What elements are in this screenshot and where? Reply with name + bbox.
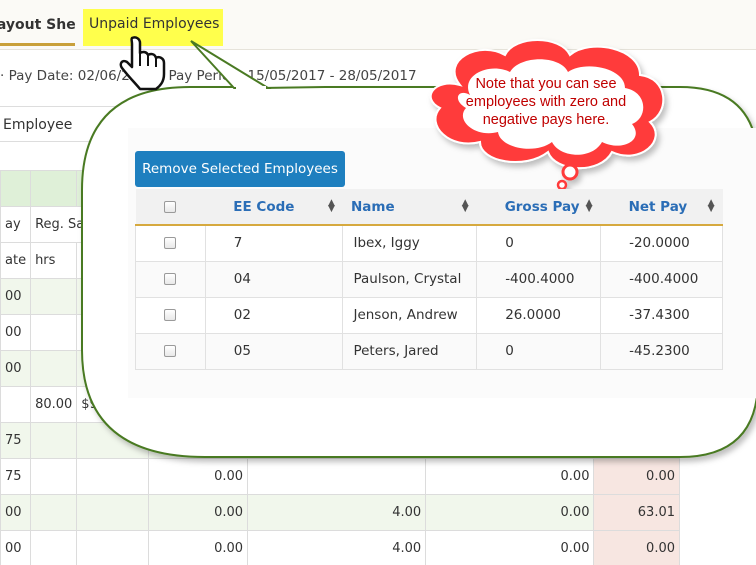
row-checkbox[interactable] bbox=[135, 224, 206, 262]
net-pay-cell: -37.4300 bbox=[600, 296, 723, 334]
name-cell: Ibex, Iggy bbox=[342, 224, 478, 262]
ee-code-cell: 05 bbox=[204, 332, 344, 370]
column-header-gross-pay[interactable]: Gross Pay ▲ ▼ bbox=[476, 189, 601, 226]
table-row[interactable]: 05 Peters, Jared 0 -45.2300 bbox=[135, 332, 723, 370]
sort-arrows-icon[interactable]: ▲ ▼ bbox=[708, 199, 715, 214]
sort-arrows-icon[interactable]: ▲ ▼ bbox=[586, 199, 593, 214]
column-header-name[interactable]: Name ▲ ▼ bbox=[342, 189, 477, 226]
speech-bubble-tail bbox=[190, 40, 272, 89]
unpaid-employees-table: EE Code ▲ ▼ Name ▲ ▼ Gross Pay ▲ ▼ Net Pay ▲ ▼ 7… bbox=[135, 189, 723, 370]
column-header-ee-code[interactable]: EE Code ▲ ▼ bbox=[205, 189, 343, 226]
gross-pay-cell: -400.4000 bbox=[476, 260, 602, 298]
ee-code-cell: 04 bbox=[204, 260, 344, 298]
gross-pay-cell: 0 bbox=[476, 332, 602, 370]
name-cell: Peters, Jared bbox=[342, 332, 478, 370]
table-row[interactable]: 7 Ibex, Iggy 0 -20.0000 bbox=[135, 224, 723, 262]
gross-pay-cell: 0 bbox=[476, 224, 602, 262]
hand-pointer-icon bbox=[119, 36, 166, 91]
row-checkbox[interactable] bbox=[135, 332, 206, 370]
select-all-checkbox[interactable] bbox=[135, 189, 206, 226]
row-checkbox[interactable] bbox=[135, 296, 206, 334]
row-checkbox[interactable] bbox=[135, 260, 206, 298]
ee-code-cell: 7 bbox=[204, 224, 344, 262]
callout-note: Note that you can see employees with zer… bbox=[465, 76, 627, 128]
name-cell: Paulson, Crystal bbox=[342, 260, 478, 298]
gross-pay-cell: 26.0000 bbox=[476, 296, 602, 334]
ee-code-cell: 02 bbox=[204, 296, 344, 334]
table-row[interactable]: 02 Jenson, Andrew 26.0000 -37.4300 bbox=[135, 296, 723, 334]
sort-arrows-icon[interactable]: ▲ ▼ bbox=[328, 199, 335, 214]
table-row[interactable]: 04 Paulson, Crystal -400.4000 -400.4000 bbox=[135, 260, 723, 298]
remove-selected-employees-button[interactable]: Remove Selected Employees bbox=[135, 151, 345, 187]
net-pay-cell: -20.0000 bbox=[600, 224, 723, 262]
net-pay-cell: -400.4000 bbox=[600, 260, 723, 298]
name-cell: Jenson, Andrew bbox=[342, 296, 478, 334]
net-pay-cell: -45.2300 bbox=[600, 332, 723, 370]
sort-arrows-icon[interactable]: ▲ ▼ bbox=[462, 199, 469, 214]
column-header-net-pay[interactable]: Net Pay ▲ ▼ bbox=[600, 189, 723, 226]
